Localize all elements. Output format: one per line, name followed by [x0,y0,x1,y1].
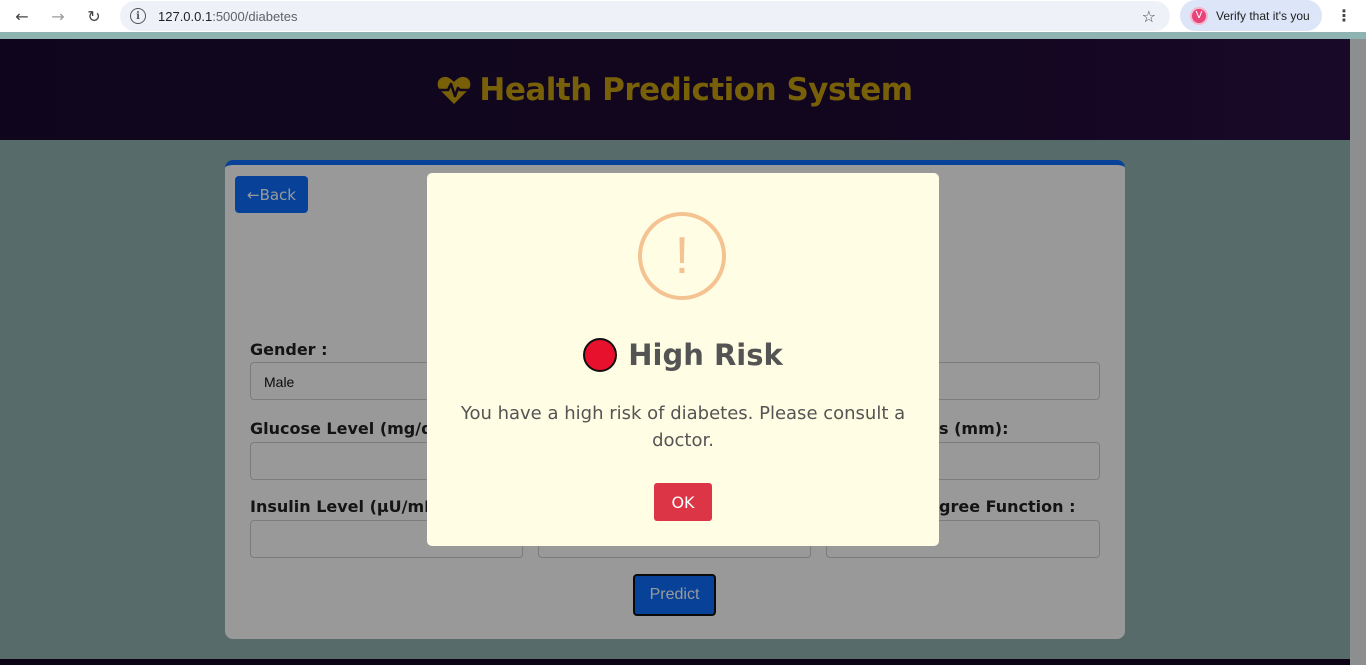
ok-button[interactable]: OK [654,483,712,521]
url-path: :5000/diabetes [212,8,298,24]
warning-icon: ! [638,212,726,300]
bookmark-star-icon[interactable]: ☆ [1142,7,1156,26]
red-circle-icon [583,338,618,372]
dialog-title-text: High Risk [628,338,783,372]
profile-chip-label: Verify that it's you [1216,8,1310,23]
reload-icon[interactable]: ↻ [76,0,112,32]
forward-arrow-icon[interactable]: → [40,0,76,32]
avatar: V [1190,6,1208,25]
url-host: 127.0.0.1 [158,8,213,24]
dialog-message: You have a high risk of diabetes. Please… [460,403,906,451]
url-text[interactable]: 127.0.0.1:5000/diabetes [158,9,298,24]
more-menu-icon[interactable]: ⋮ [1336,6,1352,25]
site-info-icon[interactable]: i [130,8,146,24]
profile-chip[interactable]: V Verify that it's you [1180,0,1322,31]
back-arrow-icon[interactable]: ← [4,0,40,32]
dialog-title: High Risk [427,338,939,372]
address-bar[interactable]: i 127.0.0.1:5000/diabetes ☆ [120,1,1170,31]
result-dialog: ! High Risk You have a high risk of diab… [427,173,939,546]
page-scrollbar[interactable] [1350,39,1366,665]
